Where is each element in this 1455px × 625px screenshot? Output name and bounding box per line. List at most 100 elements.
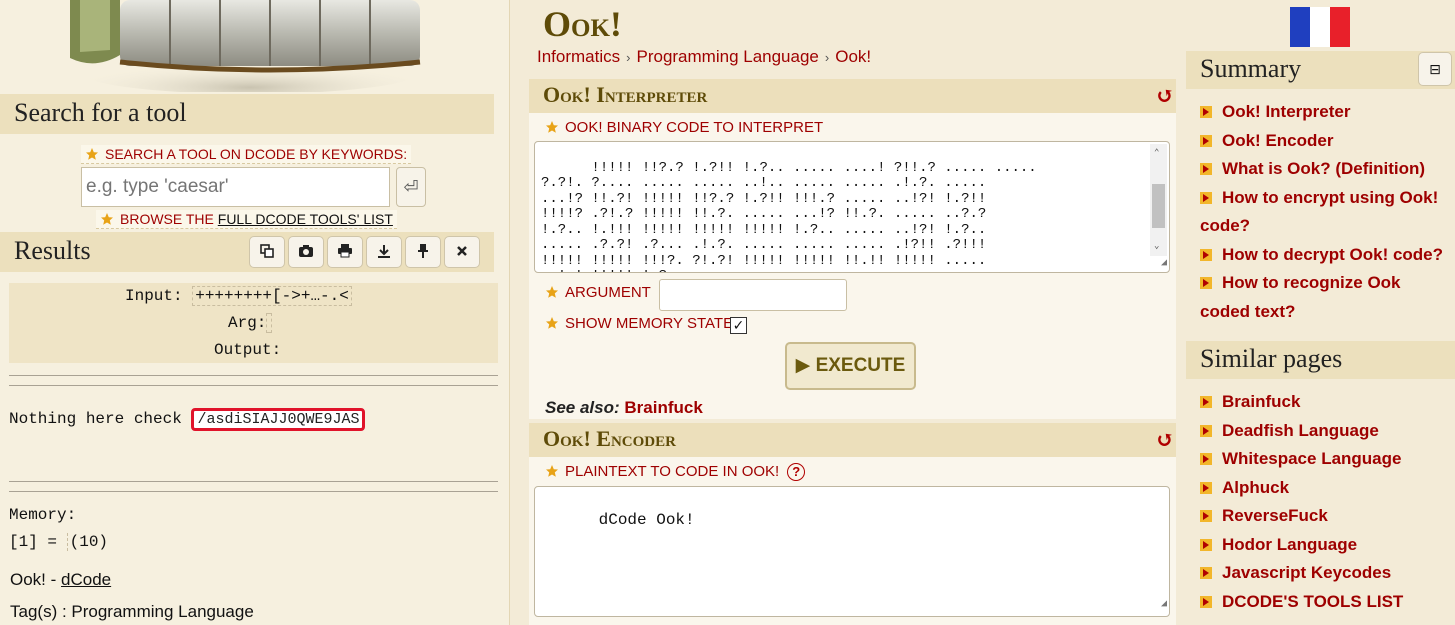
close-icon [457,246,467,256]
arrow-bullet-icon [1200,424,1212,437]
similar-page-label: ReverseFuck [1222,506,1328,525]
screenshot-results-button[interactable] [288,236,324,268]
search-input[interactable] [81,167,390,207]
summary-item-link[interactable]: How to decrypt Ook! code? [1200,241,1455,270]
breadcrumb-informatics[interactable]: Informatics [537,47,620,66]
reset-icon[interactable]: ↺ [1156,83,1174,109]
textarea-scrollbar[interactable]: ⌃ ⌄ [1150,144,1167,256]
arrow-bullet-icon [1200,595,1212,608]
memory-state-checkbox[interactable]: ✓ [730,317,747,334]
argument-label: Argument [545,284,651,301]
star-icon [546,317,558,329]
resize-grip-icon[interactable]: ◢ [1161,256,1167,272]
dcode-logo-cryptex-image [70,0,421,92]
see-also: See also: Brainfuck [545,398,703,418]
left-column: Search for a tool Search a tool on dCode… [0,0,510,625]
similar-page-link[interactable]: ReverseFuck [1200,502,1455,531]
memory-state-label: Show memory state [545,315,733,332]
search-label-text: Search a tool on dCode by keywords: [105,146,408,162]
summary-item-link[interactable]: Ook! Interpreter [1200,98,1455,127]
summary-item-link[interactable]: Ook! Encoder [1200,127,1455,156]
browse-tools-label: Browse the full dCode tools' list [96,210,397,229]
breadcrumb-separator: › [626,50,631,65]
help-icon[interactable]: ? [787,463,806,481]
summary-heading: Summary [1186,51,1455,89]
result-input-row: Input: ++++++++[->+…-.< [125,286,352,306]
camera-icon [299,245,313,257]
result-input-label: Input: [125,287,183,305]
summary-item-label: How to encrypt using Ook! code? [1200,187,1439,236]
plaintext-textarea[interactable]: dCode Ook! ◢ [534,486,1170,617]
similar-page-link[interactable]: Javascript Keycodes [1200,559,1455,588]
divider [9,385,498,386]
result-arg-row: Arg: [228,313,273,333]
summary-item-label: Ook! Encoder [1222,130,1334,150]
summary-item-link[interactable]: How to encrypt using Ook! code? [1200,184,1455,241]
memory-line: [1] = (10) [9,533,111,551]
ook-code-textarea[interactable]: !!!!! !!?.? !.?!! !.?.. ..... ....! ?!!.… [534,141,1170,273]
arrow-bullet-icon [1200,106,1212,118]
result-input-value: ++++++++[->+…-.< [192,286,352,306]
pin-icon [418,244,428,258]
download-icon [378,245,390,258]
plaintext-label: Plaintext to code in Ook!? [545,463,806,481]
code-label: Ook! binary code to interpret [545,119,823,136]
dcode-link[interactable]: dCode [61,570,111,589]
memory-state-text: Show memory state [565,315,734,332]
summary-item-label: How to decrypt Ook! code? [1222,244,1444,264]
close-results-button[interactable] [444,236,480,268]
summary-item-link[interactable]: What is Ook? (Definition) [1200,155,1455,184]
star-icon [101,213,113,225]
full-tools-list-link[interactable]: full dCode tools' list [218,211,393,227]
similar-page-link[interactable]: DCODE'S TOOLS LIST [1200,588,1455,617]
download-results-button[interactable] [366,236,402,268]
similar-page-link[interactable]: Deadfish Language [1200,417,1455,446]
arrow-bullet-icon [1200,481,1212,494]
resize-grip-icon[interactable]: ◢ [1161,595,1167,615]
results-box: Input: ++++++++[->+…-.< Arg: Output: [9,283,498,363]
result-arg-value [266,313,273,333]
interpreter-title: Ook! Interpreter [543,82,708,107]
scroll-thumb[interactable] [1152,184,1165,228]
argument-input[interactable] [659,279,847,311]
collapse-summary-button[interactable]: ⊟ [1418,52,1452,86]
similar-page-link[interactable]: Brainfuck [1200,388,1455,417]
result-message-text: Nothing here check [9,410,192,428]
browse-prefix-text: Browse the [120,211,218,227]
print-results-button[interactable] [327,236,363,268]
summary-item-link[interactable]: How to recognize Ook coded text? [1200,269,1455,326]
scroll-down-icon[interactable]: ⌄ [1154,239,1159,255]
search-submit-button[interactable]: ⏎ [396,167,426,207]
print-icon [338,244,352,258]
summary-item-label: How to recognize Ook coded text? [1200,273,1401,321]
breadcrumb-programming-language[interactable]: Programming Language [636,47,818,66]
divider [9,491,498,492]
ook-code-text: !!!!! !!?.? !.?!! !.?.. ..... ....! ?!!.… [541,159,1037,272]
summary-item-label: Ook! Interpreter [1222,102,1351,121]
plaintext-text: dCode Ook! [598,511,695,529]
star-icon [546,465,558,477]
divider [9,375,498,376]
see-also-brainfuck-link[interactable]: Brainfuck [624,398,702,417]
memory-label: Memory: [9,506,77,524]
similar-page-link[interactable]: Whitespace Language [1200,445,1455,474]
argument-label-text: Argument [565,284,651,301]
arrow-bullet-icon [1200,396,1212,408]
execute-button[interactable]: ▶ EXECUTE [785,342,916,390]
breadcrumb-ook[interactable]: Ook! [835,47,871,66]
highlighted-path: /asdiSIAJJ0QWE9JAS [191,408,366,431]
see-also-label: See also: [545,398,620,417]
french-flag-icon[interactable] [1290,7,1350,47]
similar-page-label: Hodor Language [1222,534,1358,554]
summary-list: Ook! Interpreter Ook! Encoder What is Ook?… [1200,98,1455,326]
result-output-row: Output: [214,341,281,359]
similar-page-label: Whitespace Language [1222,449,1402,468]
similar-page-link[interactable]: Hodor Language [1200,531,1455,560]
arrow-bullet-icon [1200,567,1212,579]
reset-icon[interactable]: ↺ [1156,427,1174,453]
pin-results-button[interactable] [405,236,441,268]
memory-index: [1] = [9,533,67,551]
similar-page-link[interactable]: Alphuck [1200,474,1455,503]
scroll-up-icon[interactable]: ⌃ [1154,146,1159,162]
copy-results-button[interactable] [249,236,285,268]
